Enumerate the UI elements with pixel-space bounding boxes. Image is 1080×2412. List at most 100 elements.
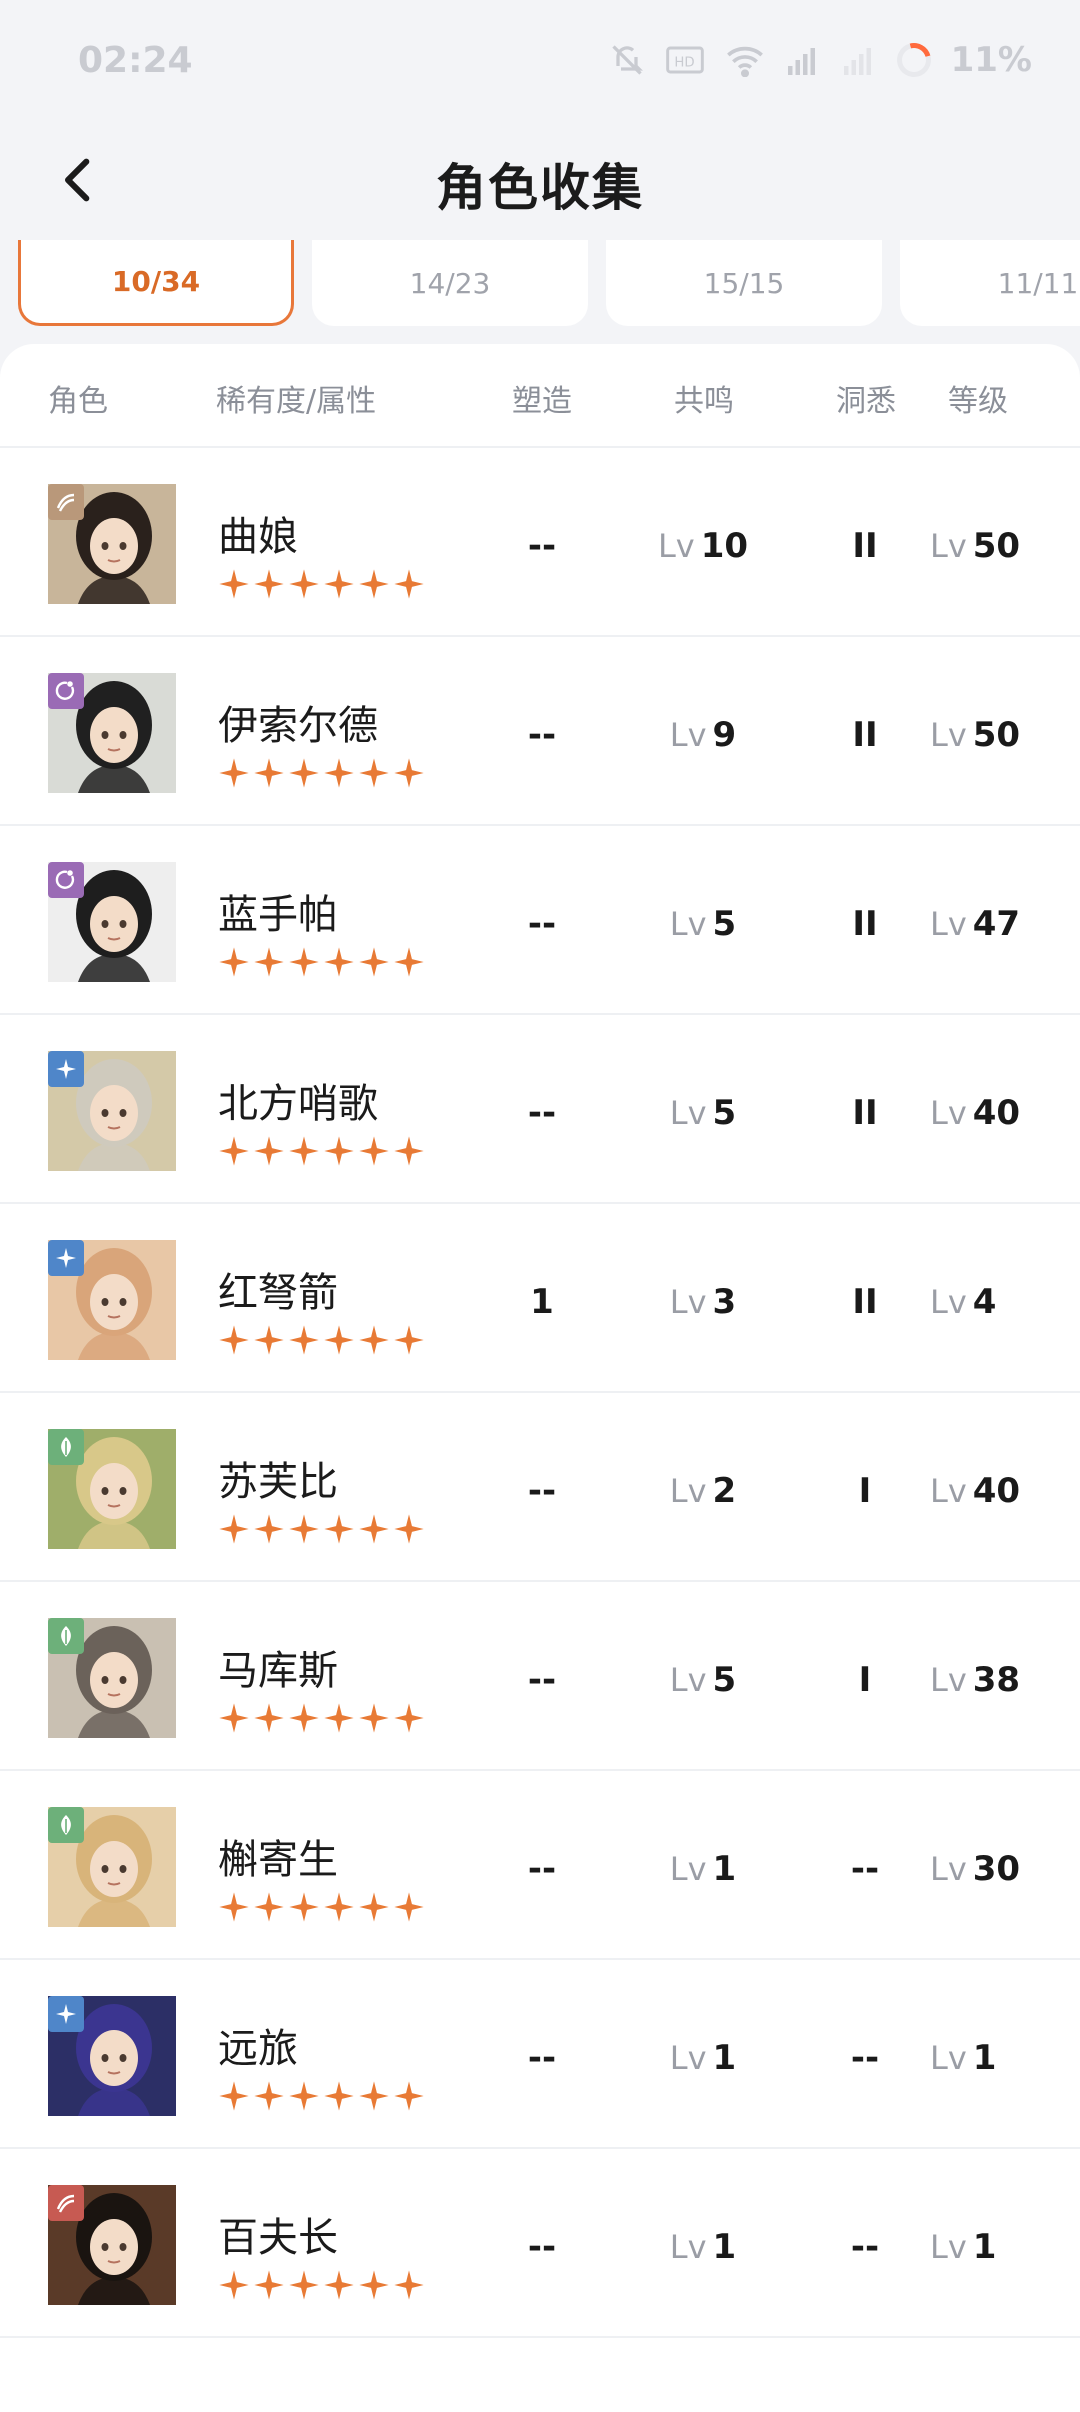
character-name: 北方哨歌 xyxy=(218,1081,378,1127)
tab-0[interactable]: 10/34 xyxy=(18,240,294,326)
character-name: 曲娘 xyxy=(218,514,298,560)
star-icon xyxy=(323,757,355,789)
star-icon xyxy=(323,1891,355,1923)
resonance-number: 1 xyxy=(712,2038,737,2078)
shape-value: 1 xyxy=(530,1282,554,1322)
star-icon xyxy=(288,757,320,789)
character-name: 蓝手帕 xyxy=(218,892,338,938)
tab-3[interactable]: 11/11 xyxy=(900,240,1080,326)
table-row[interactable]: 红弩箭 1 Lv 3 II Lv 4 xyxy=(0,1204,1080,1393)
lv-prefix: Lv xyxy=(669,1472,707,1510)
character-avatar xyxy=(48,484,176,604)
level-value: Lv 40 xyxy=(930,1471,1056,1511)
plant-attribute-icon xyxy=(48,1618,84,1654)
character-avatar xyxy=(48,1429,176,1549)
tab-2[interactable]: 15/15 xyxy=(606,240,882,326)
tab-bar: 10/34 14/23 15/15 11/11 xyxy=(18,240,1080,330)
star-icon xyxy=(323,1324,355,1356)
star-icon xyxy=(218,1513,250,1545)
star-icon xyxy=(218,946,250,978)
page-title: 角色收集 xyxy=(436,159,644,217)
star-icon xyxy=(393,757,425,789)
star-icon xyxy=(358,1324,390,1356)
level-value: Lv 50 xyxy=(930,526,1056,566)
star-icon xyxy=(288,2269,320,2301)
resonance-value: Lv 2 xyxy=(636,1471,770,1511)
table-header: 角色 稀有度/属性 塑造 共鸣 洞悉 等级 xyxy=(0,344,1080,448)
character-avatar xyxy=(48,1051,176,1171)
star-icon xyxy=(393,946,425,978)
star-icon xyxy=(323,568,355,600)
table-row[interactable]: 槲寄生 -- Lv 1 -- Lv 30 xyxy=(0,1771,1080,1960)
level-value: Lv 1 xyxy=(930,2227,1056,2267)
star-icon xyxy=(218,1702,250,1734)
lv-prefix: Lv xyxy=(669,1094,707,1132)
star-icon xyxy=(393,1702,425,1734)
lv-prefix: Lv xyxy=(669,1661,707,1699)
star-icon xyxy=(323,946,355,978)
table-row[interactable]: 北方哨歌 -- Lv 5 II Lv 40 xyxy=(0,1015,1080,1204)
header-resonance: 共鸣 xyxy=(674,384,734,419)
rarity-stars xyxy=(218,2269,425,2301)
signal-icon xyxy=(785,43,821,77)
star-icon xyxy=(288,2080,320,2112)
star-icon xyxy=(393,1513,425,1545)
resonance-value: Lv 5 xyxy=(636,904,770,944)
tab-1[interactable]: 14/23 xyxy=(312,240,588,326)
level-value: Lv 1 xyxy=(930,2038,1056,2078)
star-icon xyxy=(253,1135,285,1167)
star-attribute-icon xyxy=(48,1051,84,1087)
header-role: 角色 xyxy=(48,384,108,419)
rarity-stars xyxy=(218,568,425,600)
star-attribute-icon xyxy=(48,1996,84,2032)
star-icon xyxy=(323,2080,355,2112)
level-number: 4 xyxy=(972,1282,997,1322)
star-icon xyxy=(218,2269,250,2301)
table-row[interactable]: 马库斯 -- Lv 5 I Lv 38 xyxy=(0,1582,1080,1771)
resonance-value: Lv 9 xyxy=(636,715,770,755)
star-icon xyxy=(253,757,285,789)
star-icon xyxy=(393,568,425,600)
character-name: 马库斯 xyxy=(218,1648,338,1694)
star-icon xyxy=(288,1702,320,1734)
rarity-stars xyxy=(218,1135,425,1167)
star-icon xyxy=(393,2269,425,2301)
insight-value: II xyxy=(852,526,878,566)
lv-prefix: Lv xyxy=(669,1283,707,1321)
level-number: 30 xyxy=(972,1849,1021,1889)
star-icon xyxy=(218,2080,250,2112)
header: 角色收集 xyxy=(0,120,1080,240)
level-value: Lv 47 xyxy=(930,904,1056,944)
star-icon xyxy=(288,946,320,978)
lv-prefix: Lv xyxy=(930,1094,967,1132)
character-table: 角色 稀有度/属性 塑造 共鸣 洞悉 等级 曲娘 -- Lv 10 II Lv 50 伊索尔德… xyxy=(0,344,1080,2412)
character-avatar xyxy=(48,1807,176,1927)
table-row[interactable]: 蓝手帕 -- Lv 5 II Lv 47 xyxy=(0,826,1080,1015)
table-row[interactable]: 曲娘 -- Lv 10 II Lv 50 xyxy=(0,448,1080,637)
star-icon xyxy=(288,1135,320,1167)
character-avatar xyxy=(48,1618,176,1738)
character-avatar xyxy=(48,673,176,793)
rarity-stars xyxy=(218,1513,425,1545)
table-row[interactable]: 百夫长 -- Lv 1 -- Lv 1 xyxy=(0,2149,1080,2338)
star-icon xyxy=(288,1324,320,1356)
resonance-number: 5 xyxy=(712,1093,737,1133)
plant-attribute-icon xyxy=(48,1807,84,1843)
resonance-number: 5 xyxy=(712,904,737,944)
table-row[interactable]: 伊索尔德 -- Lv 9 II Lv 50 xyxy=(0,637,1080,826)
resonance-number: 10 xyxy=(700,526,749,566)
table-row[interactable]: 苏芙比 -- Lv 2 I Lv 40 xyxy=(0,1393,1080,1582)
resonance-number: 2 xyxy=(712,1471,737,1511)
level-number: 38 xyxy=(972,1660,1021,1700)
svg-text:HD: HD xyxy=(674,56,694,71)
star-icon xyxy=(218,1135,250,1167)
insight-value: I xyxy=(858,1660,872,1700)
level-value: Lv 40 xyxy=(930,1093,1056,1133)
resonance-value: Lv 5 xyxy=(636,1660,770,1700)
rarity-stars xyxy=(218,757,425,789)
rarity-stars xyxy=(218,1702,425,1734)
star-icon xyxy=(288,568,320,600)
table-row[interactable]: 远旅 -- Lv 1 -- Lv 1 xyxy=(0,1960,1080,2149)
star-icon xyxy=(358,568,390,600)
lv-prefix: Lv xyxy=(930,2039,967,2077)
